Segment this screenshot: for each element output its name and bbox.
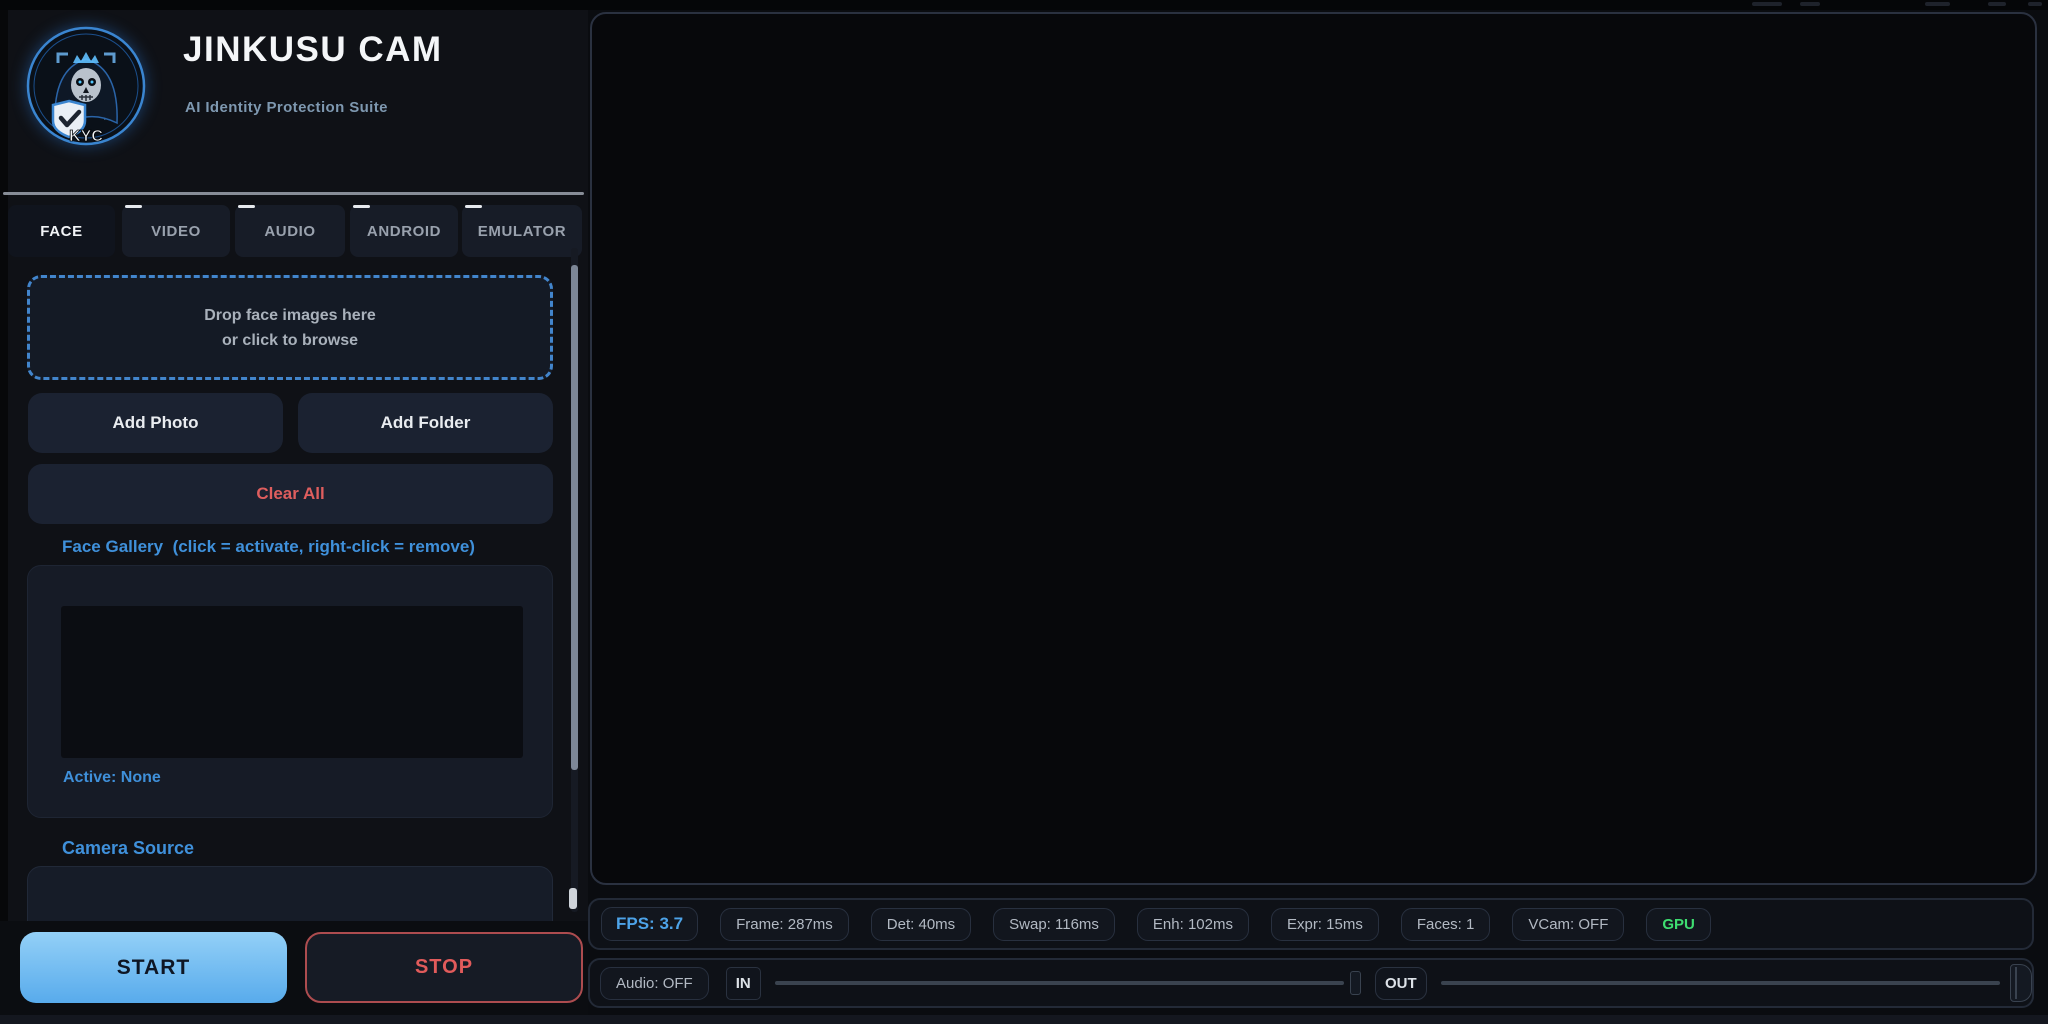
expression-time-pill: Expr: 15ms	[1270, 907, 1379, 941]
dropzone-text-line1: Drop face images here	[204, 306, 376, 324]
window-top-edge	[0, 0, 2048, 10]
camera-preview-area	[590, 12, 2037, 885]
status-bar: FPS: 3.7 Frame: 287ms Det: 40ms Swap: 11…	[588, 898, 2034, 950]
left-panel-scrollbar-thumb[interactable]	[571, 265, 578, 770]
fps-status-pill: FPS: 3.7	[601, 907, 699, 941]
face-image-dropzone[interactable]: Drop face images here or click to browse	[27, 275, 553, 380]
tab-emulator-label: EMULATOR	[477, 222, 567, 240]
audio-out-slider[interactable]	[1440, 981, 2001, 985]
tab-top-tick	[238, 205, 255, 208]
tab-top-tick	[125, 205, 142, 208]
add-photo-label: Add Photo	[112, 413, 199, 432]
camera-source-label: Camera Source	[62, 838, 195, 858]
tab-audio-label: AUDIO	[264, 222, 316, 240]
add-photo-button[interactable]: Add Photo	[28, 393, 283, 453]
header-divider	[3, 192, 584, 195]
audio-out-label: OUT	[1375, 966, 1427, 1000]
vcam-status-pill: VCam: OFF	[1512, 907, 1625, 941]
tab-android[interactable]: ANDROID	[350, 205, 458, 257]
tab-emulator[interactable]: EMULATOR	[462, 205, 582, 257]
app-title: JINKUSU CAM	[183, 30, 443, 69]
window-control-mark	[1800, 2, 1820, 6]
tab-face[interactable]: FACE	[8, 205, 115, 257]
start-label: START	[116, 955, 191, 979]
panel-splitter-handle[interactable]	[569, 888, 577, 909]
start-button[interactable]: START	[20, 932, 287, 1003]
tab-face-label: FACE	[40, 222, 83, 240]
face-gallery-label: Face Gallery (click = activate, right-cl…	[62, 537, 475, 556]
stop-label: STOP	[414, 956, 474, 978]
add-folder-label: Add Folder	[380, 413, 471, 432]
window-left-border	[0, 0, 8, 1024]
faces-count-pill: Faces: 1	[1400, 907, 1491, 941]
clear-all-label: Clear All	[256, 484, 325, 503]
add-folder-button[interactable]: Add Folder	[298, 393, 553, 453]
audio-toggle-button[interactable]: Audio: OFF	[600, 966, 709, 1000]
frame-time-pill: Frame: 287ms	[720, 907, 849, 941]
dropzone-text-line2: or click to browse	[221, 331, 359, 349]
audio-bar: Audio: OFF IN OUT	[588, 958, 2034, 1008]
enhance-time-pill: Enh: 102ms	[1136, 907, 1249, 941]
gpu-status-pill: GPU	[1646, 907, 1711, 941]
tab-top-tick	[353, 205, 370, 208]
tab-video-label: VIDEO	[151, 222, 201, 240]
active-face-status: Active: None	[63, 769, 161, 786]
detection-time-pill: Det: 40ms	[870, 907, 972, 941]
clear-all-button[interactable]: Clear All	[28, 464, 553, 524]
tab-video[interactable]: VIDEO	[122, 205, 230, 257]
window-control-mark	[2028, 2, 2042, 6]
face-gallery-container[interactable]: Active: None	[27, 565, 553, 818]
left-footer: START STOP	[0, 921, 588, 1015]
window-control-mark	[1925, 2, 1950, 6]
window-bottom-edge	[0, 1015, 2048, 1024]
audio-in-slider-handle[interactable]	[1350, 971, 1362, 995]
logo-kyc-text: KYC	[69, 128, 103, 145]
stop-button[interactable]: STOP	[305, 932, 583, 1003]
audio-in-label: IN	[725, 966, 761, 1000]
tab-top-tick	[465, 205, 482, 208]
swap-time-pill: Swap: 116ms	[993, 907, 1115, 941]
audio-in-slider[interactable]	[774, 981, 1345, 985]
audio-out-slider-handle[interactable]	[2010, 964, 2032, 1002]
tab-audio[interactable]: AUDIO	[235, 205, 345, 257]
app-subtitle: AI Identity Protection Suite	[185, 99, 388, 116]
tab-android-label: ANDROID	[366, 222, 442, 240]
window-control-mark	[1988, 2, 2006, 6]
face-gallery-grid[interactable]	[61, 606, 523, 758]
window-control-mark	[1752, 2, 1782, 6]
app-logo-icon: KYC	[25, 25, 147, 147]
